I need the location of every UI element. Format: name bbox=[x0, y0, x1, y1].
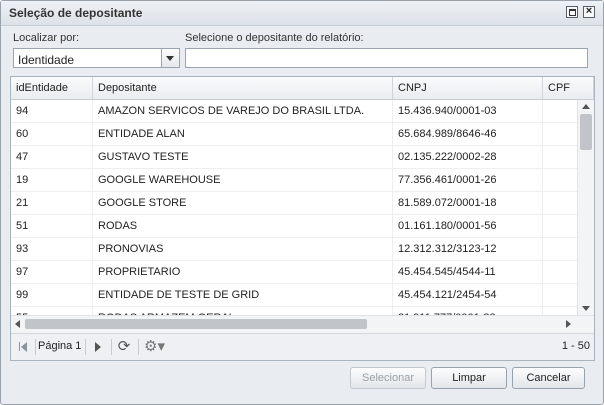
chevron-down-icon[interactable] bbox=[161, 49, 179, 67]
select-depositor-label: Selecione o depositante do relatório: bbox=[185, 32, 364, 44]
cell-cpf bbox=[543, 146, 577, 168]
cell-cpf bbox=[543, 307, 577, 315]
cell-cpf bbox=[543, 215, 577, 237]
cell-cnpj: 45.454.545/4544-11 bbox=[393, 261, 543, 283]
cell-depositante: RODAS bbox=[93, 215, 393, 237]
toolbar-separator bbox=[111, 339, 112, 355]
table-row[interactable]: 97 PROPRIETARIO 45.454.545/4544-11 bbox=[11, 261, 577, 284]
cell-depositante: GOOGLE WAREHOUSE bbox=[93, 169, 393, 191]
cell-depositante: AMAZON SERVICOS DE VAREJO DO BRASIL LTDA… bbox=[93, 100, 393, 122]
cell-depositante: GOOGLE STORE bbox=[93, 192, 393, 214]
cell-cnpj: 02.135.222/0002-28 bbox=[393, 146, 543, 168]
cell-cpf bbox=[543, 192, 577, 214]
window-title: Seleção de depositante bbox=[9, 6, 143, 20]
find-by-label: Localizar por: bbox=[13, 32, 80, 44]
cell-id: 97 bbox=[11, 261, 93, 283]
table-row[interactable]: 60 ENTIDADE ALAN 65.684.989/8646-46 bbox=[11, 123, 577, 146]
cell-id: 99 bbox=[11, 284, 93, 306]
scroll-left-icon[interactable] bbox=[15, 320, 20, 328]
table-row[interactable]: 47 GUSTAVO TESTE 02.135.222/0002-28 bbox=[11, 146, 577, 169]
table-row[interactable]: 21 GOOGLE STORE 81.589.072/0001-18 bbox=[11, 192, 577, 215]
scroll-up-icon[interactable] bbox=[582, 104, 590, 109]
table-row[interactable]: 93 PRONOVIAS 12.312.312/3123-12 bbox=[11, 238, 577, 261]
cell-cnpj: 12.312.312/3123-12 bbox=[393, 238, 543, 260]
cell-cpf bbox=[543, 284, 577, 306]
cell-cpf bbox=[543, 100, 577, 122]
cell-depositante: RODAS ARMAZEM GERAL bbox=[93, 307, 393, 315]
cancel-button[interactable]: Cancelar bbox=[512, 367, 585, 389]
find-by-combobox[interactable]: Identidade bbox=[13, 48, 180, 68]
cell-depositante: PROPRIETARIO bbox=[93, 261, 393, 283]
cell-depositante: GUSTAVO TESTE bbox=[93, 146, 393, 168]
title-bar[interactable]: Seleção de depositante × bbox=[1, 1, 603, 26]
horizontal-scrollbar[interactable] bbox=[11, 315, 594, 333]
cell-depositante: PRONOVIAS bbox=[93, 238, 393, 260]
column-header-cnpj[interactable]: CNPJ bbox=[393, 77, 543, 99]
cell-cnpj: 77.356.461/0001-26 bbox=[393, 169, 543, 191]
find-by-value: Identidade bbox=[18, 53, 75, 67]
cell-id: 60 bbox=[11, 123, 93, 145]
column-header-cpf[interactable]: CPF bbox=[543, 77, 594, 99]
cell-id: 47 bbox=[11, 146, 93, 168]
cell-cpf bbox=[543, 169, 577, 191]
table-row[interactable]: 19 GOOGLE WAREHOUSE 77.356.461/0001-26 bbox=[11, 169, 577, 192]
cell-cnpj: 45.454.121/2454-54 bbox=[393, 284, 543, 306]
vertical-scrollbar[interactable] bbox=[577, 100, 594, 315]
cell-cpf bbox=[543, 261, 577, 283]
cell-cnpj: 01.161.180/0001-56 bbox=[393, 215, 543, 237]
table-row[interactable]: 99 ENTIDADE DE TESTE DE GRID 45.454.121/… bbox=[11, 284, 577, 307]
gear-icon[interactable]: ⚙▾ bbox=[144, 339, 170, 354]
toolbar-separator bbox=[138, 339, 139, 355]
cell-id: 51 bbox=[11, 215, 93, 237]
cell-cnpj: 15.436.940/0001-03 bbox=[393, 100, 543, 122]
scroll-right-icon[interactable] bbox=[566, 320, 571, 328]
cell-id: 94 bbox=[11, 100, 93, 122]
cell-depositante: ENTIDADE DE TESTE DE GRID bbox=[93, 284, 393, 306]
scroll-down-icon[interactable] bbox=[582, 306, 590, 311]
cell-cpf bbox=[543, 238, 577, 260]
dialog-window: Seleção de depositante × Localizar por: … bbox=[0, 0, 604, 405]
page-range-info: 1 - 50 bbox=[561, 340, 590, 352]
paging-toolbar: Página 1 ⟳ ⚙▾ 1 - 50 bbox=[11, 333, 594, 360]
cell-cnpj: 21.911.777/0001-88 bbox=[393, 307, 543, 315]
vertical-scroll-thumb[interactable] bbox=[580, 114, 592, 150]
cell-id: 19 bbox=[11, 169, 93, 191]
depositor-search-input[interactable] bbox=[185, 48, 588, 68]
cell-id: 93 bbox=[11, 238, 93, 260]
next-page-icon[interactable] bbox=[91, 340, 105, 354]
select-button[interactable]: Selecionar bbox=[350, 367, 426, 389]
cell-cpf bbox=[543, 123, 577, 145]
clear-button[interactable]: Limpar bbox=[431, 367, 507, 389]
horizontal-scroll-thumb[interactable] bbox=[25, 319, 367, 329]
toolbar-separator bbox=[35, 339, 36, 355]
maximize-icon[interactable] bbox=[566, 6, 578, 18]
cell-depositante: ENTIDADE ALAN bbox=[93, 123, 393, 145]
close-icon[interactable]: × bbox=[583, 6, 595, 18]
table-row[interactable]: 51 RODAS 01.161.180/0001-56 bbox=[11, 215, 577, 238]
table-row[interactable]: 94 AMAZON SERVICOS DE VAREJO DO BRASIL L… bbox=[11, 100, 577, 123]
refresh-icon[interactable]: ⟳ bbox=[117, 339, 131, 354]
table-row[interactable]: 55 RODAS ARMAZEM GERAL 21.911.777/0001-8… bbox=[11, 307, 577, 315]
depositor-grid: idEntidade Depositante CNPJ CPF 94 AMAZO… bbox=[10, 76, 595, 361]
cell-id: 55 bbox=[11, 307, 93, 315]
column-header-depositante[interactable]: Depositante bbox=[93, 77, 393, 99]
grid-body: 94 AMAZON SERVICOS DE VAREJO DO BRASIL L… bbox=[11, 100, 577, 315]
grid-header: idEntidade Depositante CNPJ CPF bbox=[11, 77, 594, 100]
column-header-identidade[interactable]: idEntidade bbox=[11, 77, 93, 99]
cell-cnpj: 65.684.989/8646-46 bbox=[393, 123, 543, 145]
cell-id: 21 bbox=[11, 192, 93, 214]
cell-cnpj: 81.589.072/0001-18 bbox=[393, 192, 543, 214]
first-page-icon[interactable] bbox=[17, 340, 31, 354]
toolbar-separator bbox=[85, 339, 86, 355]
page-label: Página 1 bbox=[38, 340, 82, 352]
